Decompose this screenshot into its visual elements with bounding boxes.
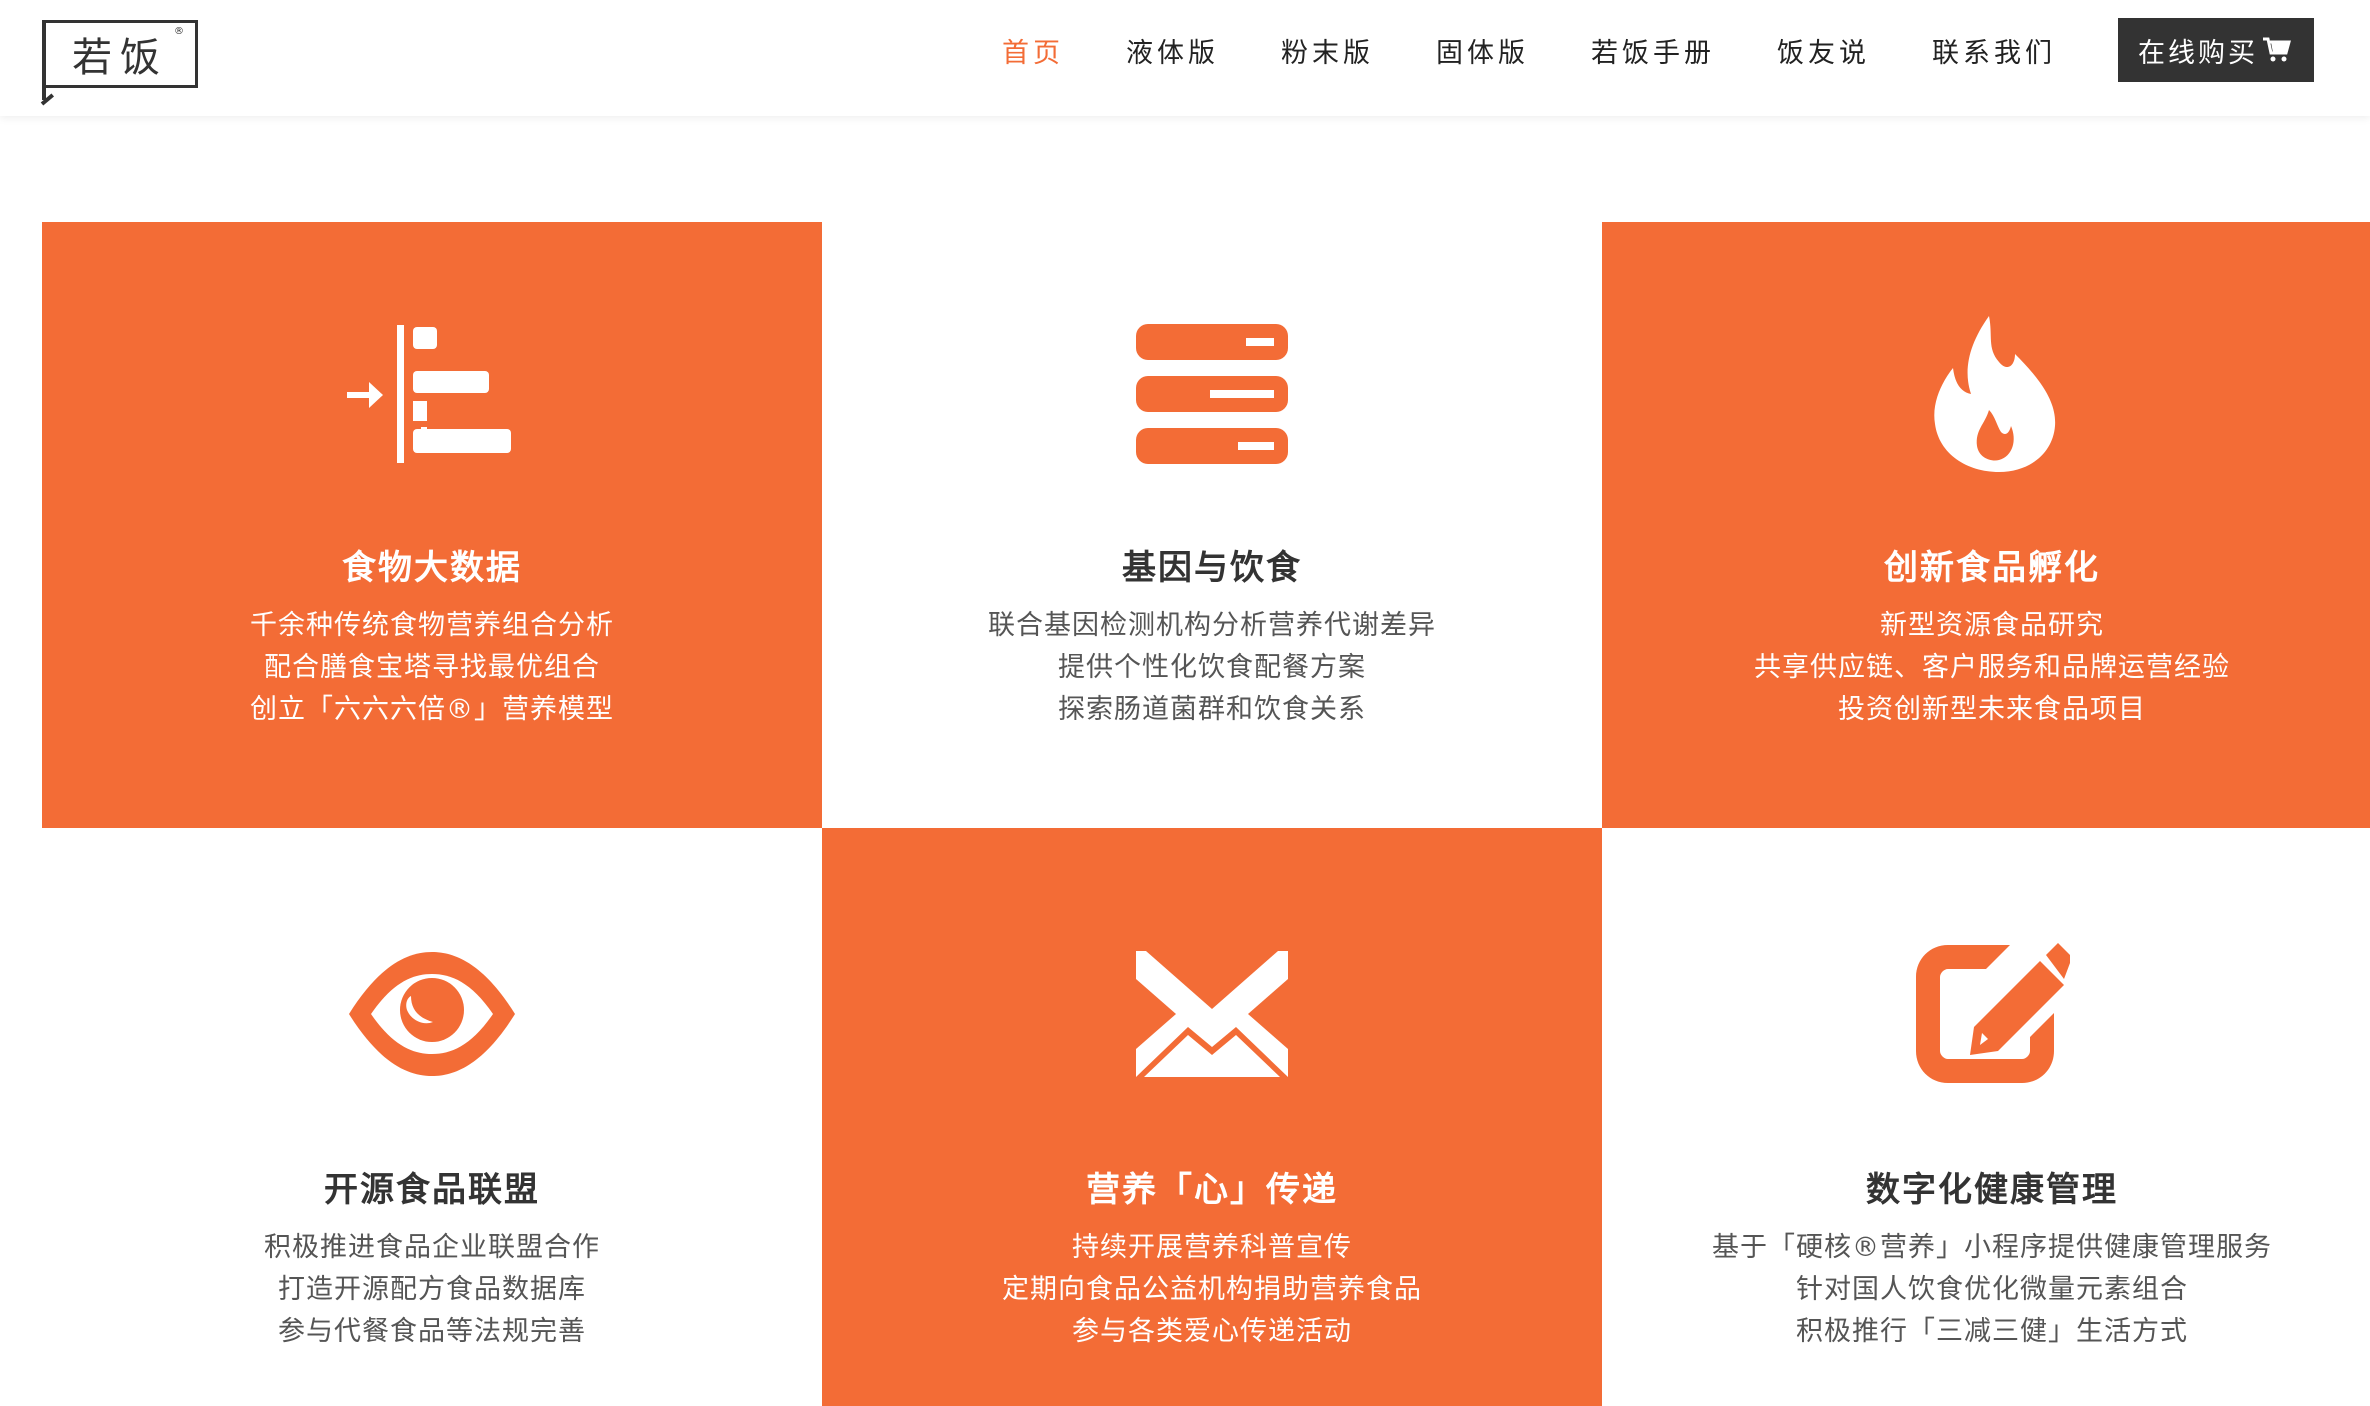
- feature-line: 打造开源配方食品数据库: [278, 1274, 586, 1305]
- feature-line: 共享供应链、客户服务和品牌运营经验: [1754, 652, 2230, 683]
- indent-list-icon: [347, 314, 517, 474]
- feature-title: 开源食品联盟: [324, 1170, 540, 1210]
- feature-card-gene-diet: 基因与饮食 联合基因检测机构分析营养代谢差异 提供个性化饮食配餐方案 探索肠道菌…: [822, 222, 1602, 828]
- feature-description: 基于「硬核®营养」小程序提供健康管理服务 针对国人饮食优化微量元素组合 积极推行…: [1712, 1227, 2272, 1353]
- nav-item-contact[interactable]: 联系我们: [1932, 31, 2056, 70]
- feature-line: 针对国人饮食优化微量元素组合: [1796, 1274, 2188, 1305]
- flame-icon: [1927, 314, 2057, 474]
- nav-item-manual[interactable]: 若饭手册: [1591, 31, 1715, 70]
- feature-title: 基因与饮食: [1122, 548, 1302, 588]
- buy-online-label: 在线购买: [2138, 37, 2258, 69]
- feature-title: 食物大数据: [342, 548, 522, 588]
- buy-online-button[interactable]: 在线购买: [2118, 18, 2314, 82]
- feature-line: 积极推进食品企业联盟合作: [264, 1232, 600, 1263]
- feature-line: 定期向食品公益机构捐助营养食品: [1002, 1274, 1422, 1305]
- shopping-cart-icon: [2263, 37, 2291, 62]
- logo-speech-tail: [42, 84, 56, 100]
- feature-grid: 食物大数据 千余种传统食物营养组合分析 配合膳食宝塔寻找最优组合 创立「六六六倍…: [42, 222, 2370, 1406]
- feature-line: 配合膳食宝塔寻找最优组合: [264, 652, 600, 683]
- nav-item-testimonials[interactable]: 饭友说: [1777, 31, 1870, 70]
- feature-description: 新型资源食品研究 共享供应链、客户服务和品牌运营经验 投资创新型未来食品项目: [1754, 605, 2230, 731]
- edit-icon: [1914, 934, 2070, 1094]
- feature-card-open-food-alliance: 开源食品联盟 积极推进食品企业联盟合作 打造开源配方食品数据库 参与代餐食品等法…: [42, 828, 822, 1406]
- nav-item-powder[interactable]: 粉末版: [1281, 31, 1374, 70]
- nav-item-home[interactable]: 首页: [1002, 31, 1064, 70]
- envelope-icon: [1136, 934, 1288, 1094]
- eye-icon: [349, 934, 515, 1094]
- feature-line: 提供个性化饮食配餐方案: [1058, 652, 1366, 683]
- feature-description: 千余种传统食物营养组合分析 配合膳食宝塔寻找最优组合 创立「六六六倍®」营养模型: [250, 605, 614, 731]
- feature-line: 联合基因检测机构分析营养代谢差异: [988, 610, 1436, 641]
- feature-description: 积极推进食品企业联盟合作 打造开源配方食品数据库 参与代餐食品等法规完善: [264, 1227, 600, 1353]
- feature-line: 积极推行「三减三健」生活方式: [1796, 1316, 2188, 1347]
- feature-line: 参与代餐食品等法规完善: [278, 1316, 586, 1347]
- feature-card-nutrition-care: 营养「心」传递 持续开展营养科普宣传 定期向食品公益机构捐助营养食品 参与各类爱…: [822, 828, 1602, 1406]
- feature-line: 持续开展营养科普宣传: [1072, 1232, 1352, 1263]
- feature-line: 基于「硬核®营养」小程序提供健康管理服务: [1712, 1232, 2272, 1263]
- feature-line: 千余种传统食物营养组合分析: [250, 610, 614, 641]
- feature-card-food-incubation: 创新食品孵化 新型资源食品研究 共享供应链、客户服务和品牌运营经验 投资创新型未…: [1602, 222, 2370, 828]
- nav-item-solid[interactable]: 固体版: [1436, 31, 1529, 70]
- main-nav: 首页 液体版 粉末版 固体版 若饭手册 饭友说 联系我们 在线购买: [940, 0, 2314, 100]
- feature-title: 创新食品孵化: [1884, 548, 2100, 588]
- brand-logo[interactable]: 若饭 ®: [42, 20, 198, 100]
- feature-card-food-big-data: 食物大数据 千余种传统食物营养组合分析 配合膳食宝塔寻找最优组合 创立「六六六倍…: [42, 222, 822, 828]
- feature-line: 新型资源食品研究: [1880, 610, 2104, 641]
- nav-item-liquid[interactable]: 液体版: [1126, 31, 1219, 70]
- server-stack-icon: [1136, 314, 1288, 474]
- site-header: 若饭 ® 首页 液体版 粉末版 固体版 若饭手册 饭友说 联系我们 在线购买: [0, 0, 2370, 116]
- feature-description: 联合基因检测机构分析营养代谢差异 提供个性化饮食配餐方案 探索肠道菌群和饮食关系: [988, 605, 1436, 731]
- feature-line: 探索肠道菌群和饮食关系: [1058, 694, 1366, 725]
- feature-line: 参与各类爱心传递活动: [1072, 1316, 1352, 1347]
- feature-title: 营养「心」传递: [1086, 1170, 1338, 1210]
- logo-registered-mark: ®: [174, 26, 184, 37]
- feature-description: 持续开展营养科普宣传 定期向食品公益机构捐助营养食品 参与各类爱心传递活动: [1002, 1227, 1422, 1353]
- feature-line: 投资创新型未来食品项目: [1838, 694, 2146, 725]
- feature-line: 创立「六六六倍®」营养模型: [250, 694, 614, 725]
- feature-title: 数字化健康管理: [1866, 1170, 2118, 1210]
- feature-card-digital-health: 数字化健康管理 基于「硬核®营养」小程序提供健康管理服务 针对国人饮食优化微量元…: [1602, 828, 2370, 1406]
